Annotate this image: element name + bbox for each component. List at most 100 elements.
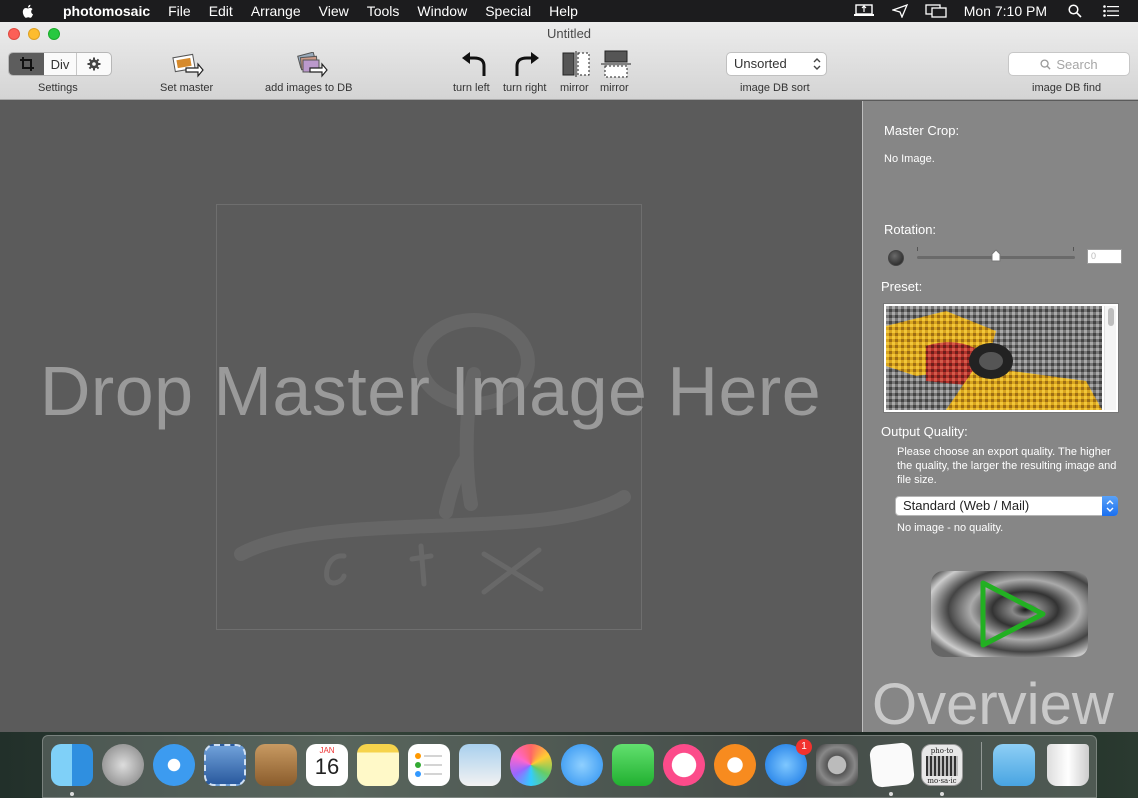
calendar-day: 16 <box>314 754 340 779</box>
facetime-icon[interactable] <box>612 744 654 786</box>
notification-center-icon[interactable] <box>1100 3 1122 19</box>
select-chevron-icon <box>1102 496 1118 516</box>
photomosaic-icon-text-1: pho·to <box>930 747 954 755</box>
preset-label: Preset: <box>881 279 923 294</box>
messages-icon[interactable] <box>561 744 603 786</box>
apple-menu-icon[interactable] <box>20 3 36 19</box>
add-images-icon <box>297 52 328 78</box>
inspector-panel: Master Crop: No Image. Rotation: 0 Prese… <box>862 101 1138 737</box>
preset-mosaic-thumbnail[interactable] <box>886 306 1102 410</box>
dock: JAN 16 pho·to mo·sa·ic <box>42 735 1097 798</box>
menu-clock[interactable]: Mon 7:10 PM <box>954 3 1057 19</box>
gear-segment[interactable] <box>77 53 111 75</box>
mirror-vertical-label: mirror <box>600 82 629 94</box>
rotation-knob[interactable] <box>888 250 904 266</box>
photomosaic-icon-text-2: mo·sa·ic <box>927 777 957 785</box>
menu-special[interactable]: Special <box>476 0 540 22</box>
set-master-button[interactable] <box>172 51 204 79</box>
div-segment[interactable]: Div <box>44 53 77 75</box>
launchpad-icon[interactable] <box>102 744 144 786</box>
mirror-horizontal-label: mirror <box>560 82 589 94</box>
add-images-label: add images to DB <box>265 82 353 94</box>
output-quality-select[interactable]: Standard (Web / Mail) <box>895 496 1118 516</box>
menu-edit[interactable]: Edit <box>200 0 242 22</box>
db-sort-popup[interactable]: Unsorted <box>726 52 827 76</box>
slider-tick-min <box>917 247 918 251</box>
app-store-badge: 1 <box>796 739 812 755</box>
trash-icon[interactable] <box>1047 744 1089 786</box>
rotation-slider-thumb[interactable] <box>991 249 1001 262</box>
menu-tools[interactable]: Tools <box>358 0 409 22</box>
db-search-field[interactable]: Search <box>1008 52 1130 76</box>
toolbar: Untitled Div Settings Set master add ima… <box>0 22 1138 100</box>
turn-right-label: turn right <box>503 82 547 94</box>
add-images-button[interactable] <box>296 51 328 79</box>
chevron-updown-icon <box>813 58 821 70</box>
turn-left-label: turn left <box>453 82 490 94</box>
notes-icon[interactable] <box>357 744 399 786</box>
settings-label: Settings <box>38 82 78 94</box>
finder-icon[interactable] <box>51 744 93 786</box>
preset-scrollbar[interactable] <box>1104 306 1116 410</box>
preview-icon[interactable] <box>459 744 501 786</box>
photomosaic-icon[interactable]: pho·to mo·sa·ic <box>921 744 963 786</box>
db-sort-value: Unsorted <box>734 56 787 71</box>
display-mirroring-icon[interactable] <box>925 3 947 19</box>
rotate-left-icon <box>462 52 486 76</box>
rotation-value-field[interactable]: 0 <box>1087 249 1122 264</box>
output-quality-label: Output Quality: <box>881 424 968 439</box>
db-search-placeholder: Search <box>1056 56 1098 72</box>
preset-list[interactable] <box>883 303 1119 413</box>
turn-left-button[interactable] <box>458 51 490 79</box>
rotation-label: Rotation: <box>884 222 937 237</box>
master-image-drop-zone[interactable]: Drop Master Image Here <box>0 101 861 732</box>
ibooks-icon[interactable] <box>714 744 756 786</box>
set-master-icon <box>172 53 204 78</box>
master-crop-label: Master Crop: <box>884 123 960 138</box>
menu-window[interactable]: Window <box>408 0 476 22</box>
mirror-vertical-button[interactable] <box>600 50 632 78</box>
cloud-sync-icon[interactable] <box>853 3 875 19</box>
output-quality-description: Please choose an export quality. The hig… <box>897 446 1117 486</box>
mail-icon[interactable] <box>204 744 246 786</box>
menu-bar: photomosaic File Edit Arrange View Tools… <box>0 0 1138 22</box>
crop-icon <box>19 57 34 71</box>
mirror-horizontal-button[interactable] <box>560 50 592 78</box>
menu-help[interactable]: Help <box>540 0 587 22</box>
menu-arrange[interactable]: Arrange <box>242 0 310 22</box>
gear-icon <box>87 57 101 71</box>
window-title: Untitled <box>546 26 592 41</box>
system-preferences-icon[interactable] <box>816 744 858 786</box>
db-sort-label: image DB sort <box>740 82 810 94</box>
crop-segment[interactable] <box>9 53 44 75</box>
search-icon <box>1040 58 1051 70</box>
rotate-right-icon <box>515 52 539 76</box>
output-quality-status: No image - no quality. <box>897 522 1004 534</box>
settings-segmented-control[interactable]: Div <box>8 52 112 76</box>
photos-icon[interactable] <box>510 744 552 786</box>
contacts-icon[interactable] <box>255 744 297 786</box>
menu-app-name[interactable]: photomosaic <box>54 0 159 22</box>
downloads-folder-icon[interactable] <box>993 744 1035 786</box>
set-master-label: Set master <box>160 82 214 94</box>
calendar-icon[interactable]: JAN 16 <box>306 744 348 786</box>
spotlight-search-icon[interactable] <box>1064 3 1086 19</box>
output-quality-value: Standard (Web / Mail) <box>903 498 1030 513</box>
master-crop-status: No Image. <box>884 153 935 165</box>
safari-icon[interactable] <box>153 744 195 786</box>
location-arrow-icon[interactable] <box>889 3 911 19</box>
textedit-running-indicator <box>889 792 893 796</box>
mirror-horizontal-icon <box>562 51 590 77</box>
play-icon <box>931 571 1088 657</box>
app-window: Untitled Div Settings Set master add ima… <box>0 22 1138 737</box>
reminders-icon[interactable] <box>408 744 450 786</box>
menu-file[interactable]: File <box>159 0 200 22</box>
menu-view[interactable]: View <box>310 0 358 22</box>
drop-hint-text: Drop Master Image Here <box>39 352 822 430</box>
textedit-icon[interactable] <box>868 741 916 789</box>
db-find-label: image DB find <box>1032 82 1102 94</box>
start-mosaic-button[interactable] <box>931 571 1088 657</box>
turn-right-button[interactable] <box>511 51 543 79</box>
itunes-icon[interactable] <box>663 744 705 786</box>
overview-label: Overview <box>872 672 1114 737</box>
